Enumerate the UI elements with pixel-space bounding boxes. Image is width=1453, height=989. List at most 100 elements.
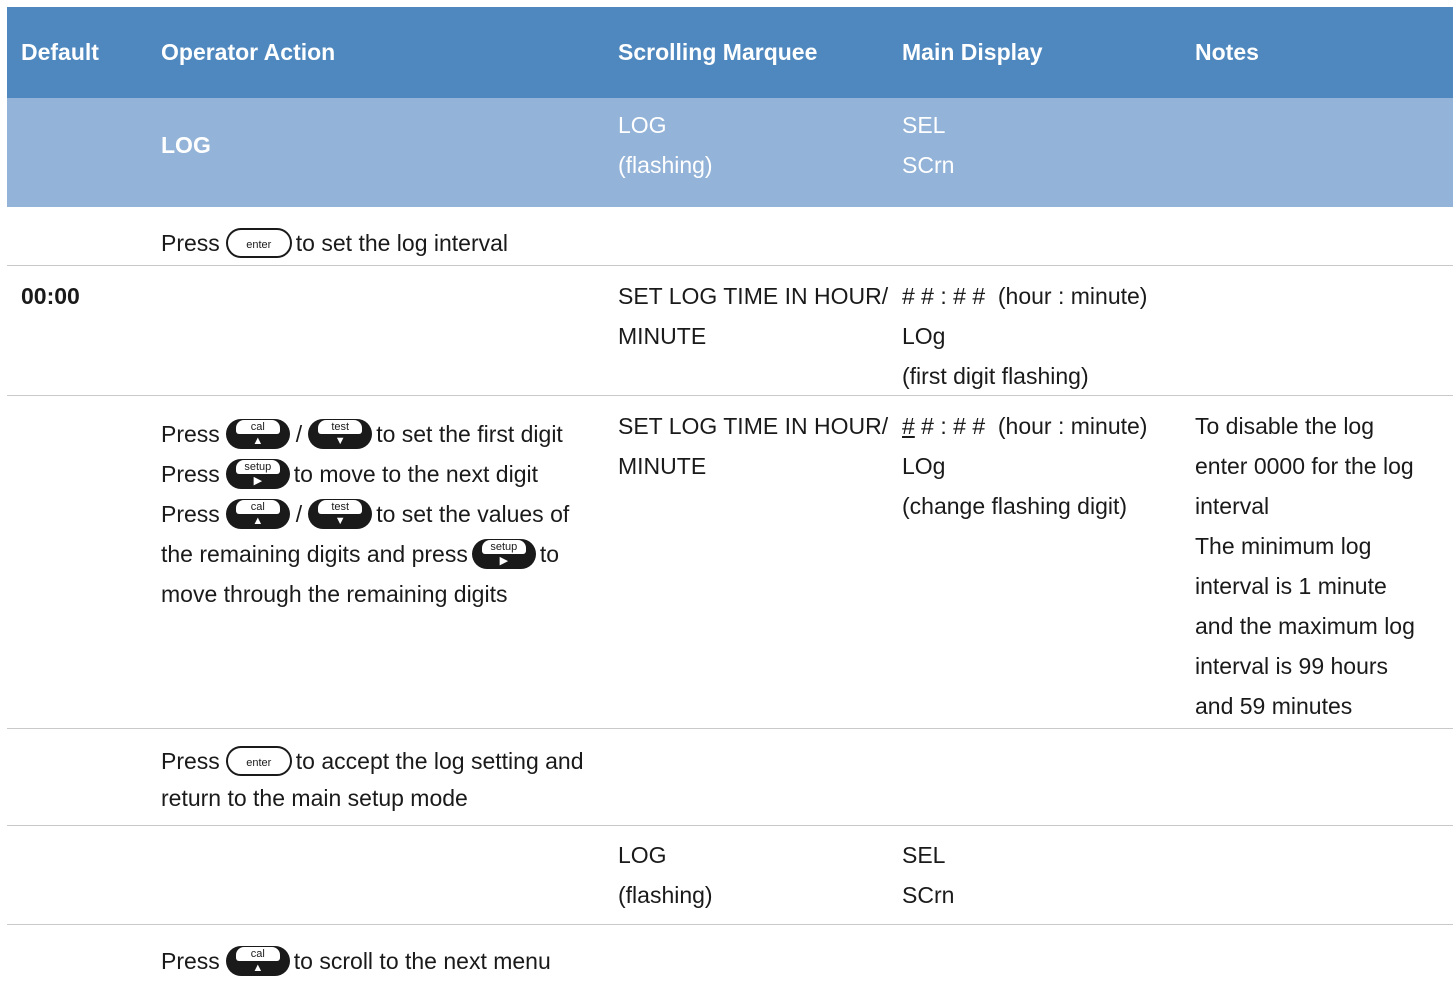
row3-action-line3: Press cal ▲ / test ▼ to set the values of	[161, 494, 606, 534]
row4-line1-text: to accept the log setting and	[295, 748, 584, 774]
cal-up-key-icon: cal ▲	[225, 945, 290, 976]
row2-default: 00:00	[21, 283, 80, 309]
row3-main-line1-rest: # : # # (hour : minute)	[914, 413, 1148, 439]
section-main-line2: SCrn	[902, 152, 955, 178]
table-row: Press cal ▲ to scroll to the next menu	[7, 924, 1453, 985]
table-row: Press enter to set the log interval	[7, 207, 1453, 265]
note-line: interval is 1 minute	[1195, 573, 1387, 599]
test-key-label: test	[318, 419, 363, 434]
row5-marquee: LOG (flashing)	[618, 835, 888, 915]
down-arrow-icon: ▼	[334, 514, 346, 527]
row2-marquee: SET LOG TIME IN HOUR/ MINUTE	[618, 276, 888, 356]
procedure-table: Default Operator Action Scrolling Marque…	[7, 7, 1453, 985]
section-marquee-line1: LOG	[618, 112, 667, 138]
cal-key-label: cal	[235, 419, 280, 434]
up-arrow-icon: ▲	[252, 514, 264, 527]
row4-action: Press enter to accept the log setting and …	[161, 743, 606, 817]
section-marquee: LOG (flashing)	[618, 105, 888, 185]
slash-separator: /	[295, 501, 303, 527]
test-down-key-icon: test ▼	[308, 498, 373, 529]
cal-up-key-icon: cal ▲	[225, 498, 290, 529]
press-label: Press	[161, 461, 220, 487]
note-line: The minimum log	[1195, 533, 1372, 559]
cal-key-label: cal	[235, 946, 280, 961]
section-row-log: LOG LOG (flashing) SEL SCrn	[7, 98, 1453, 207]
setup-right-key-icon: setup ▶	[471, 538, 536, 569]
row3-marquee-line2: MINUTE	[618, 453, 707, 479]
press-label: Press	[161, 748, 220, 774]
press-label: Press	[161, 948, 220, 974]
table-header: Default Operator Action Scrolling Marque…	[7, 7, 1453, 98]
right-arrow-icon: ▶	[499, 554, 509, 567]
test-key-label: test	[318, 499, 363, 514]
header-main-display: Main Display	[902, 39, 1043, 65]
section-main-display: SEL SCrn	[902, 105, 1187, 185]
row5-main-line2: SCrn	[902, 882, 955, 908]
row3-main-line1: # # : # # (hour : minute)	[902, 406, 1187, 446]
row3-main-line2: LOg	[902, 453, 946, 479]
note-line: To disable the log	[1195, 413, 1375, 439]
down-arrow-icon: ▼	[334, 434, 346, 447]
row5-main-line1: SEL	[902, 842, 946, 868]
row3-line1-text: to set the first digit	[376, 421, 563, 447]
table-row: 00:00 SET LOG TIME IN HOUR/ MINUTE # # :…	[7, 265, 1453, 395]
section-main-line1: SEL	[902, 112, 946, 138]
row2-marquee-line1: SET LOG TIME IN HOUR/	[618, 283, 889, 309]
row4-action-line2: return to the main setup mode	[161, 785, 468, 811]
row2-main-display: # # : # # (hour : minute) LOg (first dig…	[902, 276, 1187, 396]
row6-action-text: to scroll to the next menu	[293, 948, 551, 974]
up-arrow-icon: ▲	[252, 434, 264, 447]
row4-action-line1: Press enter to accept the log setting and	[161, 743, 606, 780]
row3-line4-end: to	[539, 541, 560, 567]
slash-separator: /	[295, 421, 303, 447]
setup-right-key-icon: setup ▶	[225, 458, 290, 489]
table-row: Press enter to accept the log setting and …	[7, 728, 1453, 825]
row3-marquee: SET LOG TIME IN HOUR/ MINUTE	[618, 406, 888, 486]
setup-key-label: setup	[481, 539, 526, 554]
setup-key-label: setup	[235, 459, 280, 474]
note-line: and the maximum log	[1195, 613, 1415, 639]
row3-line3-text: to set the values of	[376, 501, 570, 527]
cal-key-label: cal	[235, 499, 280, 514]
press-label: Press	[161, 501, 220, 527]
flashing-digit: #	[902, 413, 915, 439]
row6-action: Press cal ▲ to scroll to the next menu	[161, 941, 606, 981]
row3-main-line3: (change flashing digit)	[902, 493, 1128, 519]
row2-main-line2: LOg	[902, 323, 946, 349]
table-row: Press cal ▲ / test ▼ to set the first digit Pr…	[7, 395, 1453, 728]
row2-marquee-line2: MINUTE	[618, 323, 707, 349]
row2-main-line1: # # : # # (hour : minute)	[902, 283, 1148, 309]
section-marquee-line2: (flashing)	[618, 152, 713, 178]
up-arrow-icon: ▲	[252, 961, 264, 974]
note-line: enter 0000 for the log	[1195, 453, 1414, 479]
enter-key-icon: enter	[225, 227, 292, 258]
note-line: interval is 99 hours	[1195, 653, 1389, 679]
row3-notes: To disable the log enter 0000 for the lo…	[1195, 406, 1445, 726]
header-operator-action: Operator Action	[161, 39, 336, 65]
row5-main-display: SEL SCrn	[902, 835, 1187, 915]
note-line: and 59 minutes	[1195, 693, 1353, 719]
right-arrow-icon: ▶	[253, 474, 263, 487]
row3-action-line4: the remaining digits and press setup ▶ to	[161, 534, 606, 574]
row5-marquee-line2: (flashing)	[618, 882, 713, 908]
header-default: Default	[21, 39, 99, 65]
row1-action-text: to set the log interval	[295, 230, 509, 256]
row3-marquee-line1: SET LOG TIME IN HOUR/	[618, 413, 889, 439]
row2-main-line3: (first digit flashing)	[902, 363, 1089, 389]
press-label: Press	[161, 421, 220, 447]
enter-key-icon: enter	[225, 745, 292, 776]
row3-line4-text: the remaining digits and press	[161, 541, 468, 567]
row3-action-line1: Press cal ▲ / test ▼ to set the first digit	[161, 414, 606, 454]
cal-up-key-icon: cal ▲	[225, 418, 290, 449]
row3-action-line2: Press setup ▶ to move to the next digit	[161, 454, 606, 494]
row1-action: Press enter to set the log interval	[161, 223, 606, 263]
press-label: Press	[161, 230, 220, 256]
test-down-key-icon: test ▼	[308, 418, 373, 449]
row5-marquee-line1: LOG	[618, 842, 667, 868]
row3-line2-text: to move to the next digit	[293, 461, 538, 487]
header-notes: Notes	[1195, 39, 1259, 65]
row3-action-line5: move through the remaining digits	[161, 581, 508, 607]
section-action: LOG	[161, 132, 211, 158]
header-scrolling-marquee: Scrolling Marquee	[618, 39, 818, 65]
table-row: LOG (flashing) SEL SCrn	[7, 825, 1453, 924]
